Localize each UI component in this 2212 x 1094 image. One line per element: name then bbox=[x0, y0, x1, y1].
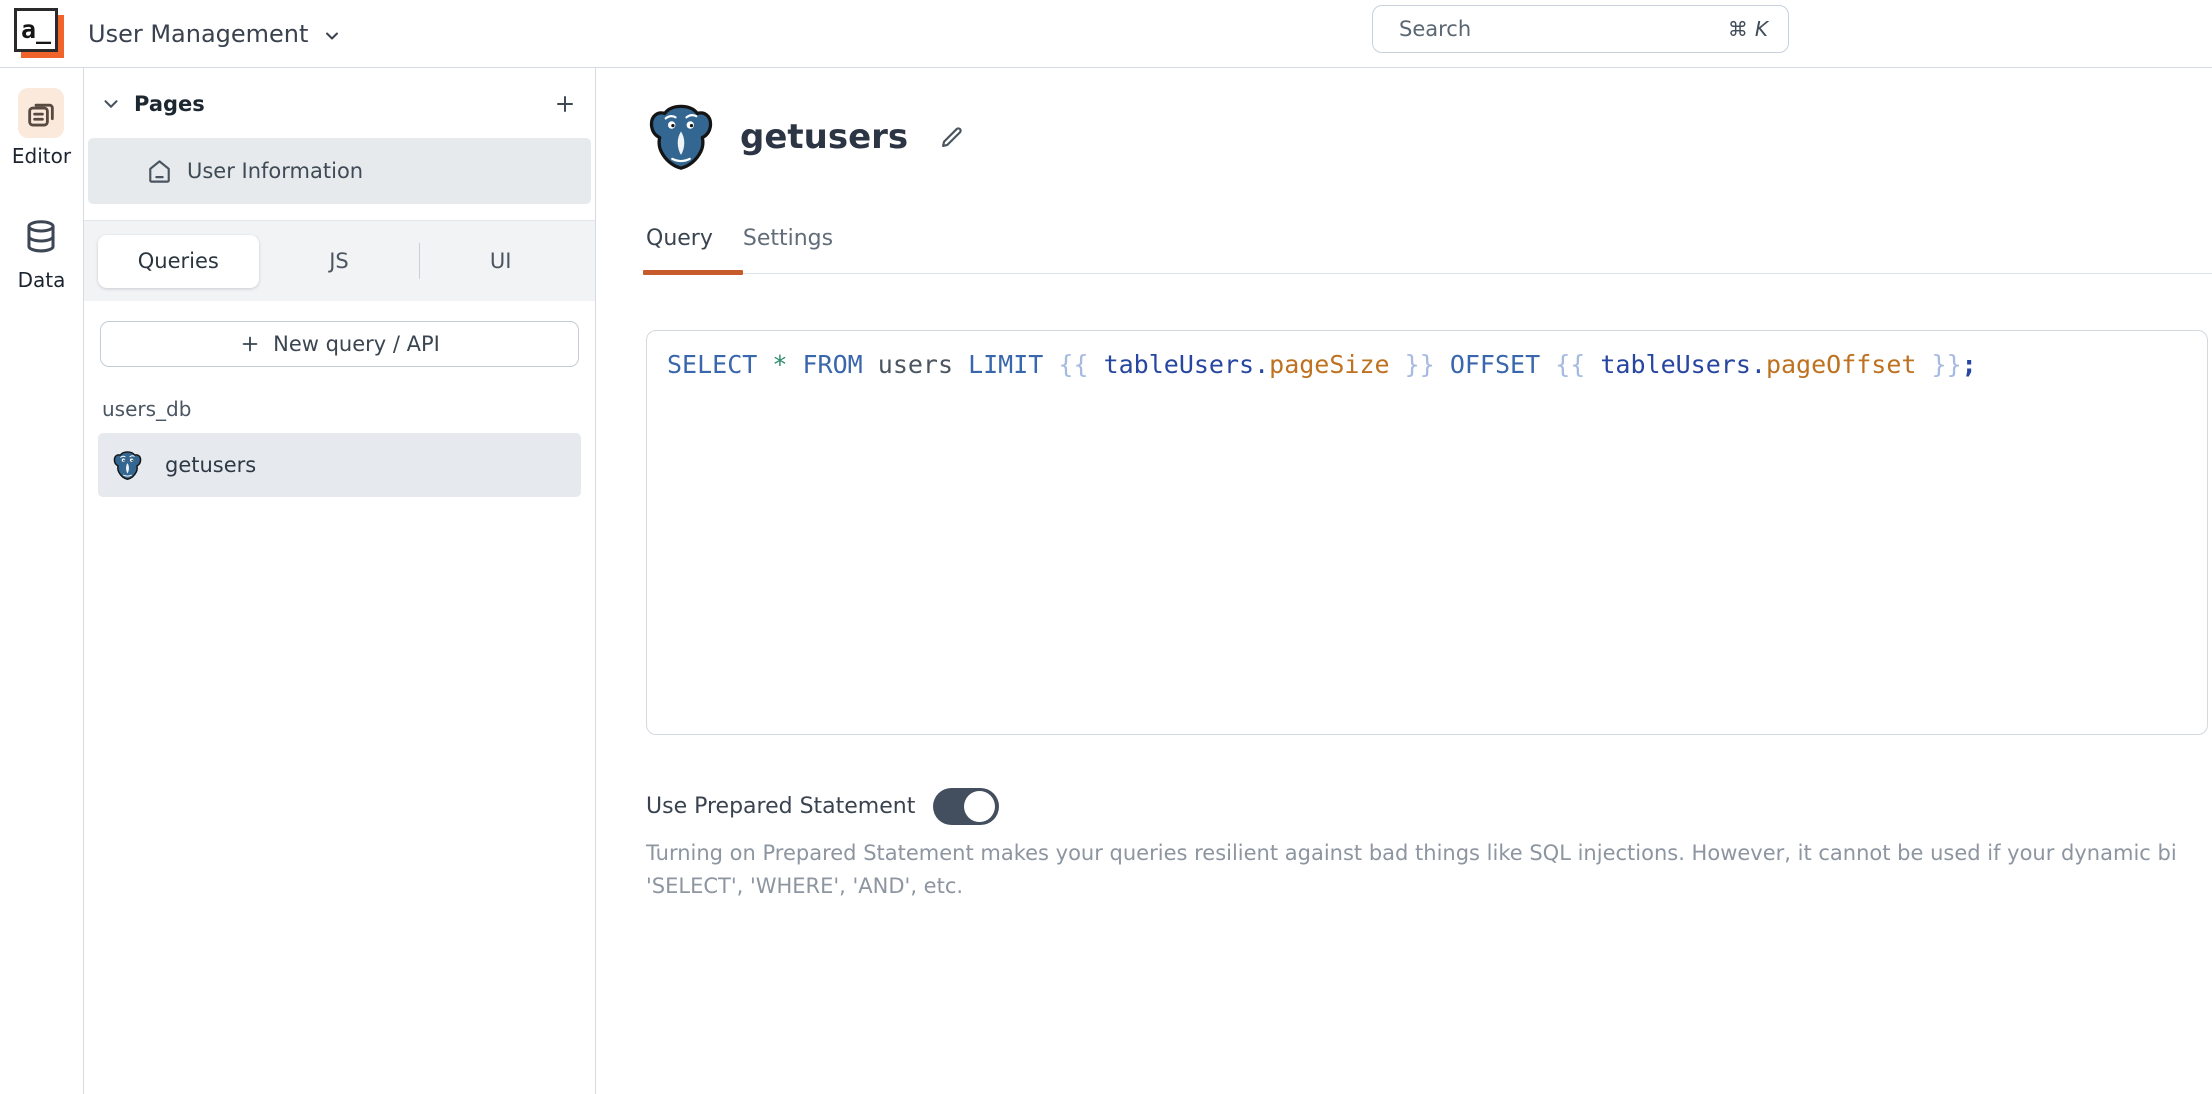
left-rail: Editor Data bbox=[0, 68, 84, 1094]
postgresql-icon bbox=[649, 104, 713, 170]
prepared-statement-row: Use Prepared Statement bbox=[646, 788, 2212, 825]
top-bar: a_ User Management ⌘ K bbox=[0, 0, 2212, 68]
prepared-statement-help-line1: Turning on Prepared Statement makes your… bbox=[646, 841, 2177, 865]
home-icon bbox=[146, 158, 173, 185]
entity-segment-control: Queries JS UI bbox=[84, 220, 595, 301]
logo-glyph: a_ bbox=[14, 7, 58, 52]
toggle-knob bbox=[964, 791, 996, 822]
segment-js[interactable]: JS bbox=[259, 235, 420, 288]
datasource-group-label: users_db bbox=[102, 397, 192, 421]
segment-queries-label: Queries bbox=[137, 249, 219, 273]
pages-panel-header: Pages bbox=[84, 80, 595, 128]
rail-item-editor[interactable]: Editor bbox=[12, 88, 71, 168]
segment-js-label: JS bbox=[329, 249, 349, 273]
page-item-user-information[interactable]: User Information bbox=[88, 138, 591, 204]
segment-ui-label: UI bbox=[489, 249, 512, 273]
prepared-statement-toggle[interactable] bbox=[933, 788, 1000, 825]
app-title-label: User Management bbox=[88, 19, 309, 48]
pencil-icon bbox=[942, 126, 962, 147]
workspace: Editor Data Pages User Information Queri… bbox=[0, 68, 2212, 1094]
query-editor-main: getusers Query Settings SELECT * FROM us… bbox=[596, 68, 2212, 1094]
editor-icon-box bbox=[18, 88, 65, 138]
segment-ui[interactable]: UI bbox=[420, 235, 581, 288]
tab-settings[interactable]: Settings bbox=[743, 226, 833, 273]
chevron-down-icon bbox=[326, 32, 339, 39]
data-icon-box bbox=[18, 212, 64, 262]
plus-icon bbox=[557, 96, 573, 112]
query-tabs: Query Settings bbox=[643, 226, 2212, 275]
tab-query-label: Query bbox=[646, 226, 713, 251]
prepared-statement-help-line2: 'SELECT', 'WHERE', 'AND', etc. bbox=[646, 874, 964, 898]
plus-icon bbox=[239, 333, 261, 355]
query-item-label: getusers bbox=[165, 453, 257, 477]
query-title: getusers bbox=[740, 117, 909, 157]
rail-label-data: Data bbox=[17, 268, 66, 292]
segment-queries[interactable]: Queries bbox=[98, 234, 259, 288]
tab-settings-label: Settings bbox=[742, 226, 834, 251]
search-input[interactable] bbox=[1373, 6, 1788, 52]
page-item-label: User Information bbox=[187, 159, 364, 183]
add-page-button[interactable] bbox=[553, 92, 577, 116]
chevron-down-icon bbox=[104, 100, 118, 108]
new-query-button-label: New query / API bbox=[273, 332, 440, 356]
query-item-getusers[interactable]: getusers bbox=[98, 433, 581, 497]
postgresql-icon bbox=[113, 450, 142, 480]
pages-collapse-button[interactable] bbox=[100, 93, 122, 115]
app-title-dropdown[interactable]: User Management bbox=[88, 20, 342, 48]
pages-panel-title: Pages bbox=[134, 92, 205, 116]
pages-panel: Pages User Information Queries JS UI New… bbox=[84, 68, 596, 1094]
sql-code-editor[interactable]: SELECT * FROM users LIMIT {{ tableUsers.… bbox=[646, 330, 2208, 735]
rail-item-data[interactable]: Data bbox=[17, 212, 66, 292]
database-icon bbox=[27, 220, 56, 253]
tab-query[interactable]: Query bbox=[643, 226, 743, 275]
search-box: ⌘ K bbox=[1372, 5, 1789, 53]
prepared-statement-help: Turning on Prepared Statement makes your… bbox=[646, 837, 2212, 903]
query-header: getusers bbox=[646, 102, 2212, 172]
app-logo-button[interactable]: a_ bbox=[14, 7, 66, 60]
new-query-button[interactable]: New query / API bbox=[100, 321, 579, 367]
rename-query-button[interactable] bbox=[938, 124, 965, 151]
rail-label-editor: Editor bbox=[11, 144, 72, 168]
prepared-statement-label: Use Prepared Statement bbox=[646, 794, 916, 819]
sql-code-line: SELECT * FROM users LIMIT {{ tableUsers.… bbox=[667, 350, 1977, 379]
pages-editor-icon bbox=[28, 103, 55, 127]
